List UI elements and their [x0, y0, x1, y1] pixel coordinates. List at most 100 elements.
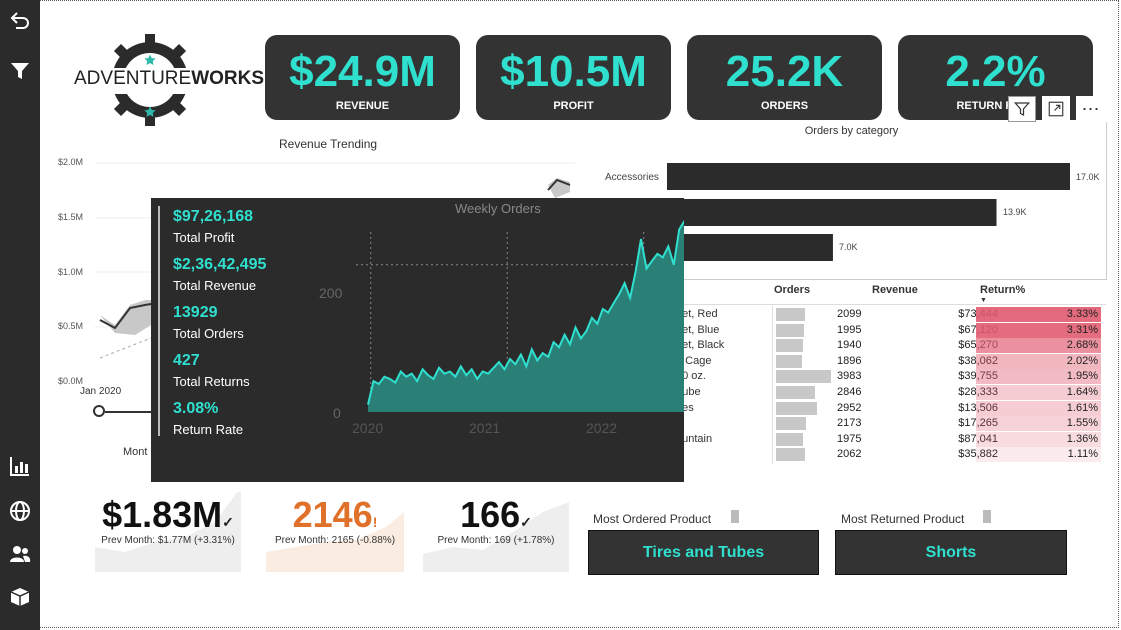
logo-ring-text: BIKE · SHOP	[131, 94, 169, 100]
cell-orders: 2099	[837, 308, 862, 320]
bar-chart-icon[interactable]	[4, 450, 36, 482]
cell-orders: 1995	[837, 323, 862, 336]
orders-bar	[776, 370, 831, 384]
kpi-card-profit[interactable]: $10.5M PROFIT	[476, 35, 671, 120]
cell-orders: 3983	[837, 370, 862, 383]
globe-icon[interactable]	[4, 495, 36, 527]
sort-desc-icon[interactable]: ▼	[980, 297, 987, 304]
cell-return: 2.68%	[1066, 339, 1098, 352]
table-body: net, Red2099$73,4443.33%net, Blue1995$67…	[676, 307, 1106, 465]
category-bar	[667, 163, 1070, 190]
cell-return: 2.02%	[1066, 354, 1098, 367]
kpi-trend-icon: ✓	[222, 514, 234, 530]
orders-bar	[776, 401, 817, 415]
column-header-return[interactable]: Return%	[980, 284, 1025, 296]
cell-orders: 1896	[837, 354, 862, 367]
cell-return: 1.36%	[1066, 432, 1098, 445]
logo-text-adventure: ADVENTURE	[74, 68, 192, 89]
cell-return: 1.55%	[1066, 417, 1098, 430]
left-nav-rail	[0, 0, 40, 630]
kpi-trend-icon: ✓	[520, 514, 532, 530]
date-slider-handle[interactable]	[93, 405, 105, 417]
orders-bar	[776, 354, 803, 368]
table-row[interactable]: hes 2952 $13,506 1.61%	[676, 400, 1106, 417]
mini-indicator	[731, 510, 739, 523]
cell-return: 1.11%	[1067, 448, 1098, 461]
table-row[interactable]: net, Black1940$65,2702.68%	[676, 338, 1106, 354]
tooltip-panel: $97,26,168 Total Profit $2,36,42,495 Tot…	[151, 198, 684, 482]
most-ordered-label: Most Ordered Product	[593, 512, 712, 526]
table-row[interactable]: 30 oz. 3983 $39,755 1.95%	[676, 369, 1106, 385]
monthly-returns-card[interactable]: 166✓ Prev Month: 169 (+1.78%)	[423, 492, 569, 572]
table-row[interactable]: net, Red2099$73,4443.33%	[676, 307, 1106, 323]
kpi-value: $1.83M✓	[95, 494, 241, 536]
month-label: Mont	[123, 446, 148, 458]
kpi-number: 166	[460, 494, 521, 535]
mini-indicator	[983, 510, 991, 523]
monthly-revenue-card[interactable]: $1.83M✓ Prev Month: $1.77M (+3.31%)	[95, 492, 241, 572]
visual-filter-icon[interactable]	[1008, 96, 1036, 122]
cell-return: 3.31%	[1066, 323, 1098, 336]
date-slider-track	[105, 411, 153, 413]
cell-orders: 2846	[837, 386, 862, 398]
kpi-card-orders[interactable]: 25.2K ORDERS	[687, 35, 882, 120]
bar-value-label: 7.0K	[839, 242, 858, 252]
orders-bar	[776, 432, 804, 446]
cell-return: 1.64%	[1066, 386, 1098, 398]
kpi-label: ORDERS	[760, 100, 809, 112]
orders-bar	[776, 339, 803, 353]
most-ordered-product-button[interactable]: Tires and Tubes	[588, 530, 819, 575]
table-row[interactable]: Tube 2846 $28,333 1.64%	[676, 385, 1106, 401]
kpi-value: $10.5M	[500, 47, 647, 96]
most-returned-label: Most Returned Product	[841, 512, 965, 526]
orders-bar	[776, 308, 805, 321]
filter-icon[interactable]	[4, 55, 36, 87]
orders-bar	[776, 417, 806, 431]
back-arrow-icon[interactable]	[4, 4, 36, 36]
cell-orders: 1975	[837, 432, 862, 445]
orders-bar	[776, 386, 816, 399]
logo-wordmark: ADVENTUREWORKS	[74, 68, 264, 90]
column-header-revenue[interactable]: Revenue	[872, 284, 918, 296]
column-header-orders[interactable]: Orders	[774, 284, 810, 296]
users-icon[interactable]	[4, 538, 36, 570]
kpi-subtext: Prev Month: $1.77M (+3.31%)	[101, 535, 235, 546]
cell-orders: 2952	[837, 401, 862, 414]
most-returned-product-button[interactable]: Shorts	[835, 530, 1067, 575]
orders-bar	[776, 323, 804, 337]
box-icon[interactable]	[4, 580, 36, 612]
cell-return: 3.33%	[1066, 308, 1098, 320]
cell-return: 1.95%	[1066, 370, 1098, 383]
monthly-orders-card[interactable]: 2146! Prev Month: 2165 (-0.88%)	[266, 492, 404, 572]
kpi-value: 2146!	[266, 494, 404, 536]
more-options-icon[interactable]: ⋯	[1076, 96, 1106, 122]
kpi-value: $24.9M	[289, 47, 436, 96]
table-row[interactable]: ountain 1975 $87,041 1.36%	[676, 431, 1106, 448]
kpi-label: REVENUE	[335, 100, 390, 112]
logo-text-works: WORKS	[191, 68, 265, 89]
kpi-value: 25.2K	[725, 47, 844, 96]
kpi-subtext: Prev Month: 169 (+1.78%)	[437, 535, 555, 546]
cell-orders: 2173	[837, 417, 862, 430]
header-divider	[676, 304, 1106, 305]
kpi-card-revenue[interactable]: $24.9M REVENUE	[265, 35, 460, 120]
table-row[interactable]: net, Blue1995$67,1203.31%	[676, 322, 1106, 339]
product-table[interactable]: ts Orders Revenue Return% ▼ net, Red2099…	[674, 280, 1106, 465]
kpi-number: $1.83M	[102, 494, 223, 535]
table-row[interactable]: 2062 $35,882 1.11%	[676, 447, 1106, 463]
kpi-label: PROFIT	[553, 100, 594, 112]
weekly-orders-chart	[356, 219, 684, 412]
table-row[interactable]: e Cage 1896 $38,062 2.02%	[676, 353, 1106, 370]
kpi-value: 166✓	[423, 494, 569, 536]
cell-orders: 1940	[837, 339, 862, 352]
kpi-trend-icon: !	[372, 514, 378, 530]
category-bar	[667, 199, 997, 226]
category-bar	[667, 234, 833, 261]
bar-value-label: 13.9K	[1003, 207, 1027, 217]
focus-mode-icon[interactable]	[1042, 96, 1070, 122]
cell-return: 1.61%	[1066, 401, 1098, 414]
kpi-value: 2.2%	[945, 47, 1046, 96]
slider-start-label: Jan 2020	[80, 386, 122, 397]
table-row[interactable]: 2173 $17,265 1.55%	[676, 416, 1106, 432]
bar-value-label: 17.0K	[1076, 172, 1100, 182]
